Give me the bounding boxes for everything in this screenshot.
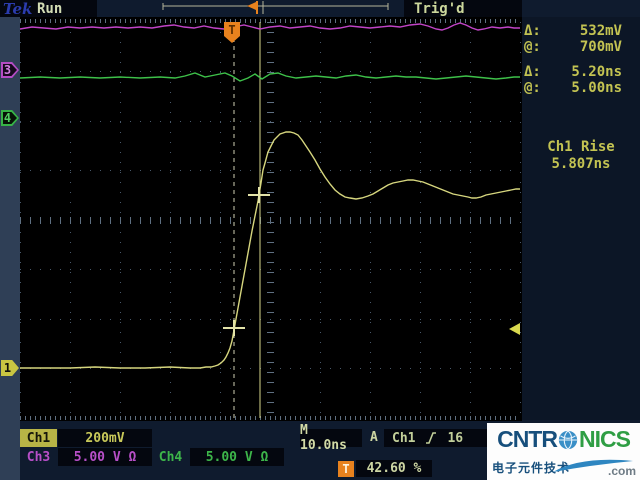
delta-voltage-value: 532mV — [579, 23, 622, 39]
measurement-title: Ch1 Rise — [547, 139, 615, 155]
ch1-channel-badge: Ch1 — [20, 429, 57, 447]
measurement-value: 5.807ns — [551, 156, 611, 172]
delta-time-value: 5.20ns — [571, 64, 622, 80]
ch3-channel-label: Ch3 — [26, 449, 51, 465]
globe-icon — [558, 429, 578, 450]
ch4-channel-label: Ch4 — [158, 449, 183, 465]
logo-tld: .com — [607, 464, 636, 478]
ch1-ref-marker: 1 — [1, 360, 19, 376]
ch4-trace — [19, 72, 520, 82]
ch4-ref-label: 4 — [3, 111, 12, 125]
cntronics-watermark: CNTR NICS 电子元件技术 .com — [487, 423, 640, 480]
oscilloscope-screen: Tek Run Trig'd T 3 4 1 Δ: 532mV @: 700mV… — [0, 0, 640, 480]
ch1-scale-readout: 200mV — [58, 429, 152, 447]
at-time-value: 5.00ns — [571, 80, 622, 96]
timebase-readout: M 10.0ns — [300, 423, 362, 453]
ch1-trace — [20, 131, 520, 369]
ch3-ref-label: 3 — [3, 63, 12, 77]
at-voltage-value: 700mV — [579, 39, 622, 55]
trigger-position-marker-label: T — [228, 23, 235, 37]
trigger-level-arrow-icon — [509, 323, 520, 335]
record-trigger-flag-icon — [247, 2, 256, 10]
rising-edge-icon — [426, 432, 437, 444]
ch1-ref-label: 1 — [3, 361, 12, 375]
ch3-scale-readout: 5.00 V Ω — [58, 448, 152, 466]
trigger-source: Ch1 — [392, 430, 416, 446]
cursor-delta-voltage-row: Δ: 532mV — [524, 23, 636, 39]
at-label: @: — [524, 39, 541, 55]
trigger-position-percent: 42.60 % — [356, 460, 432, 477]
delta-label: Δ: — [524, 23, 541, 39]
cursor-at-voltage-row: @: 700mV — [524, 39, 636, 55]
cursor-delta-time-row: Δ: 5.20ns — [524, 64, 636, 80]
trigger-level-partial: 16 — [447, 430, 464, 446]
ch4-scale-readout: 5.00 V Ω — [190, 448, 284, 466]
at-label: @: — [524, 80, 541, 96]
cntronics-wordmark: CNTR NICS — [487, 426, 640, 453]
trigger-source-badge: Ch1 16 — [384, 429, 494, 447]
ch3-trace — [19, 22, 520, 31]
logo-text-left: CNTR — [497, 426, 558, 452]
trigger-t-icon: T — [338, 461, 354, 477]
ch3-ref-marker: 3 — [1, 62, 19, 78]
logo-text-right: NICS — [578, 426, 631, 452]
ch4-ref-marker: 4 — [1, 110, 19, 126]
cursor-at-time-row: @: 5.00ns — [524, 80, 636, 96]
trigger-a-label: A — [370, 430, 378, 445]
delta-label: Δ: — [524, 64, 541, 80]
